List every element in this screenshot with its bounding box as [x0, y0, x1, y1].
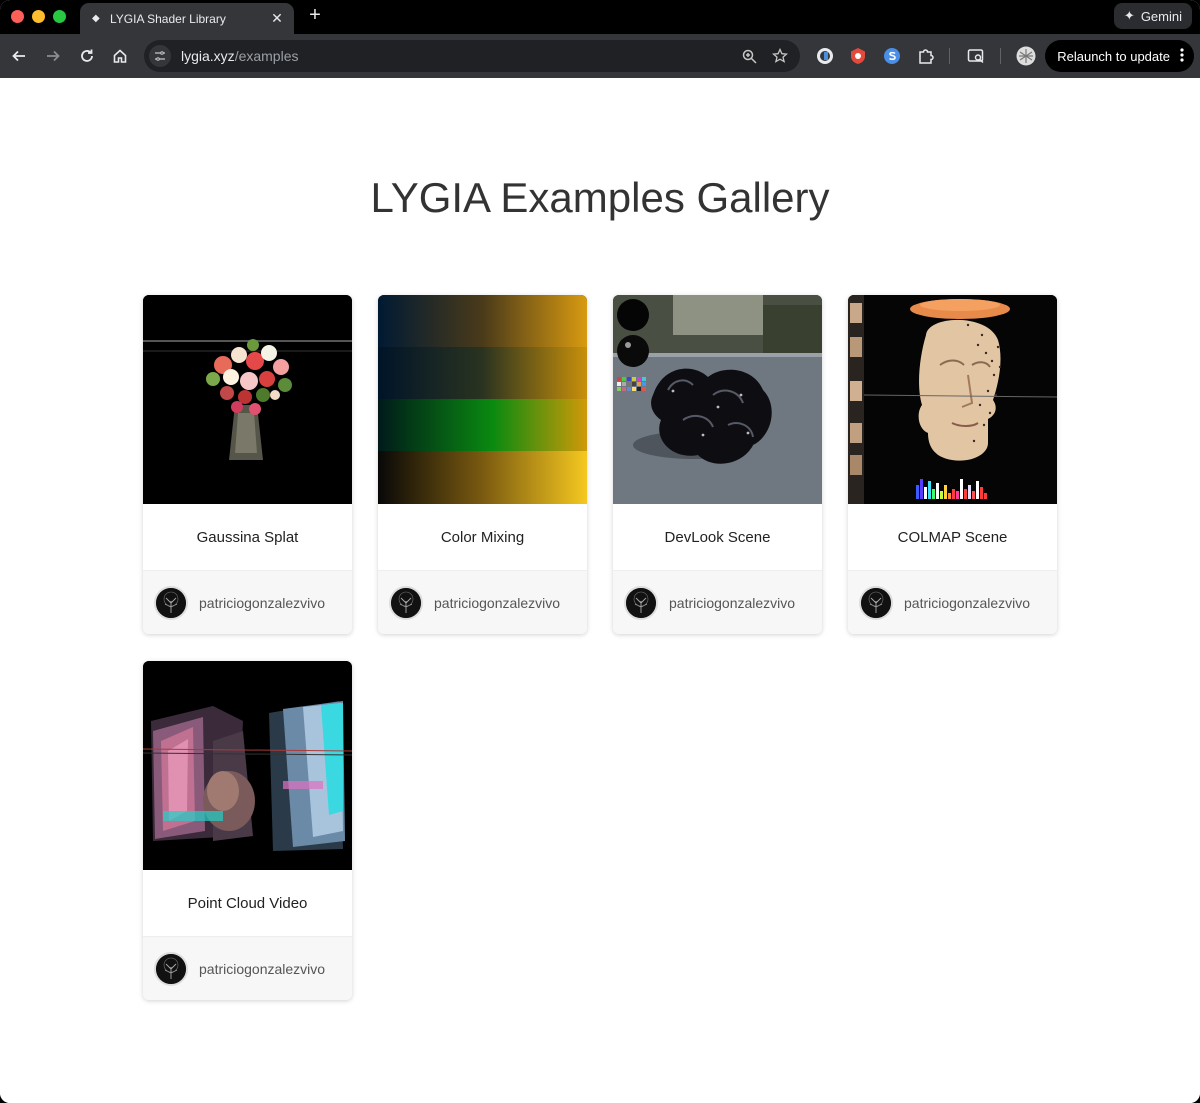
profile-avatar-icon[interactable]	[1016, 46, 1036, 66]
tab-strip: ◆ LYGIA Shader Library ✕ + ✦ Gemini	[0, 0, 1200, 34]
more-vertical-icon[interactable]	[1180, 47, 1184, 65]
extension-grammar-icon[interactable]	[815, 46, 835, 66]
example-author[interactable]: patriciogonzalezvivo	[848, 571, 1057, 634]
author-name[interactable]: patriciogonzalezvivo	[669, 595, 795, 611]
browser-window: ◆ LYGIA Shader Library ✕ + ✦ Gemini lygi…	[0, 0, 1200, 1103]
example-thumbnail[interactable]	[143, 661, 352, 870]
close-window-button[interactable]	[11, 10, 24, 23]
bookmark-star-icon[interactable]	[769, 45, 791, 67]
author-name[interactable]: patriciogonzalezvivo	[199, 961, 325, 977]
avatar	[624, 585, 658, 620]
new-tab-icon[interactable]: +	[305, 4, 325, 27]
page-content: LYGIA Examples Gallery Gaussina Splat pa…	[0, 78, 1200, 1103]
example-card[interactable]: DevLook Scene patriciogonzalezvivo	[613, 295, 822, 634]
example-author[interactable]: patriciogonzalezvivo	[143, 937, 352, 1000]
example-author[interactable]: patriciogonzalezvivo	[143, 571, 352, 634]
avatar	[154, 585, 188, 620]
gemini-button[interactable]: ✦ Gemini	[1113, 3, 1192, 29]
author-name[interactable]: patriciogonzalezvivo	[199, 595, 325, 611]
extensions-puzzle-icon[interactable]	[916, 46, 936, 66]
maximize-window-button[interactable]	[53, 10, 66, 23]
example-author[interactable]: patriciogonzalezvivo	[613, 571, 822, 634]
avatar	[154, 951, 188, 986]
toolbar-divider	[1000, 48, 1001, 64]
browser-tab[interactable]: ◆ LYGIA Shader Library ✕	[80, 3, 294, 34]
example-card[interactable]: Color Mixing patriciogonzalezvivo	[378, 295, 587, 634]
site-info-icon[interactable]	[149, 45, 171, 67]
close-icon[interactable]: ✕	[270, 10, 284, 27]
extension-shield-icon[interactable]	[848, 46, 868, 66]
zoom-icon[interactable]	[738, 45, 760, 67]
lygia-favicon-icon: ◆	[92, 13, 100, 24]
reload-icon[interactable]	[76, 45, 98, 67]
example-title[interactable]: Color Mixing	[378, 504, 587, 571]
window-controls	[11, 10, 66, 23]
url-text[interactable]: lygia.xyz/examples	[181, 48, 738, 64]
tab-search-icon[interactable]	[966, 46, 986, 66]
example-title[interactable]: COLMAP Scene	[848, 504, 1057, 571]
forward-arrow-icon[interactable]	[42, 45, 64, 67]
gemini-label: Gemini	[1140, 8, 1182, 24]
address-bar[interactable]: lygia.xyz/examples	[144, 40, 800, 72]
avatar	[859, 585, 893, 620]
example-thumbnail[interactable]	[848, 295, 1057, 504]
url-host: lygia.xyz	[181, 48, 235, 64]
example-card[interactable]: COLMAP Scene patriciogonzalezvivo	[848, 295, 1057, 634]
example-thumbnail[interactable]	[613, 295, 822, 504]
minimize-window-button[interactable]	[32, 10, 45, 23]
avatar	[389, 585, 423, 620]
example-card[interactable]: Gaussina Splat patriciogonzalezvivo	[143, 295, 352, 634]
example-title[interactable]: DevLook Scene	[613, 504, 822, 571]
url-path: /examples	[234, 48, 299, 64]
home-icon[interactable]	[109, 45, 131, 67]
example-title[interactable]: Point Cloud Video	[143, 870, 352, 937]
tab-title: LYGIA Shader Library	[110, 11, 226, 26]
example-thumbnail[interactable]	[378, 295, 587, 504]
extension-s-icon[interactable]	[882, 46, 902, 66]
author-name[interactable]: patriciogonzalezvivo	[904, 595, 1030, 611]
relaunch-label: Relaunch to update	[1057, 48, 1170, 64]
page-title: LYGIA Examples Gallery	[370, 174, 830, 221]
sparkle-icon: ✦	[1123, 8, 1135, 23]
author-name[interactable]: patriciogonzalezvivo	[434, 595, 560, 611]
example-thumbnail[interactable]	[143, 295, 352, 504]
browser-toolbar: lygia.xyz/examples Relaunch to update	[0, 34, 1200, 78]
back-arrow-icon[interactable]	[8, 45, 30, 67]
example-author[interactable]: patriciogonzalezvivo	[378, 571, 587, 634]
toolbar-divider	[949, 48, 950, 64]
example-title[interactable]: Gaussina Splat	[143, 504, 352, 571]
relaunch-to-update-button[interactable]: Relaunch to update	[1045, 40, 1194, 72]
example-card[interactable]: Point Cloud Video patriciogonzalezvivo	[143, 661, 352, 1000]
